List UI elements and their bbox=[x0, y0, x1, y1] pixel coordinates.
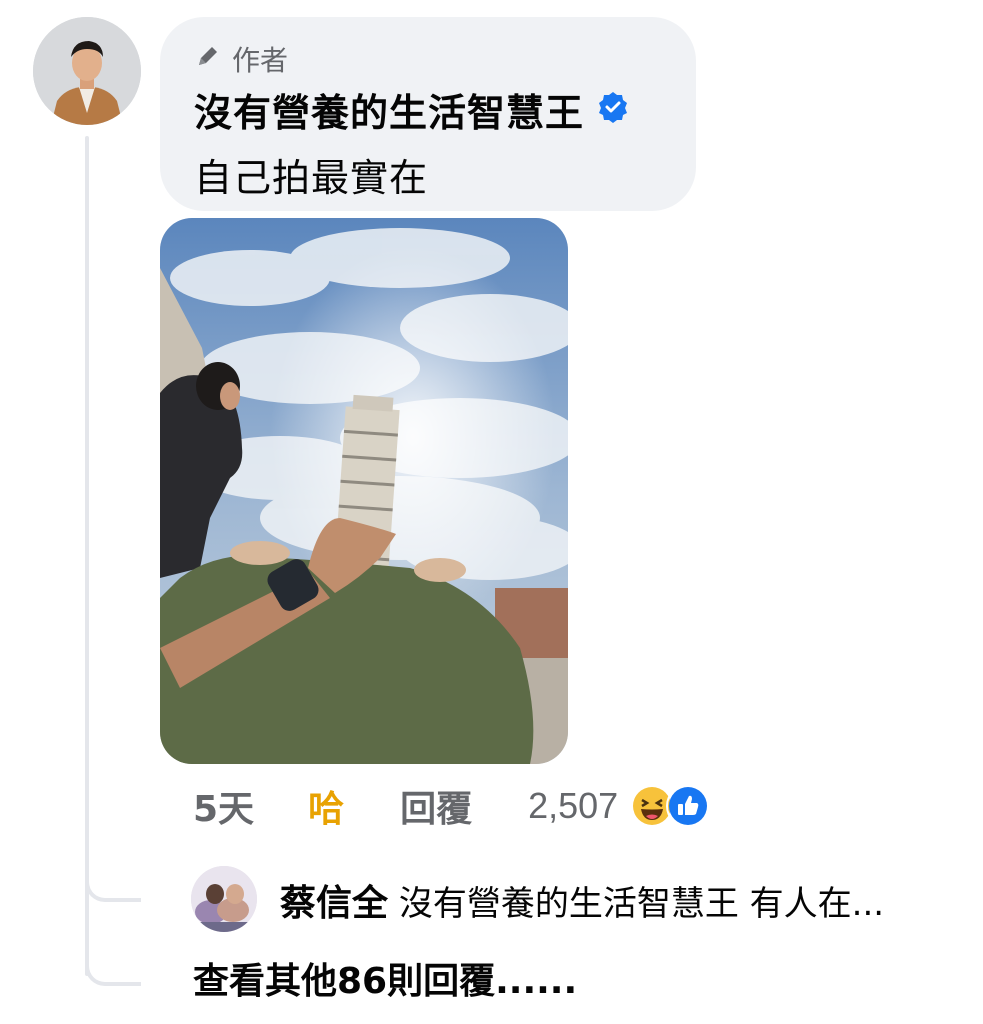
reaction-button[interactable]: 哈 bbox=[308, 780, 344, 832]
reply-avatar[interactable] bbox=[191, 866, 257, 932]
comment-text: 自己拍最實在 bbox=[194, 156, 429, 200]
reply-author-name[interactable]: 蔡信全 bbox=[280, 883, 388, 924]
reaction-count[interactable]: 2,507 bbox=[528, 785, 618, 827]
comment-actions: 5天 哈 回覆 2,507 bbox=[193, 778, 711, 834]
pen-icon bbox=[194, 42, 222, 77]
reply-snippet: 沒有營養的生活智慧王 有人在... bbox=[398, 884, 885, 924]
author-badge-label: 作者 bbox=[232, 44, 289, 77]
commenter-name[interactable]: 沒有營養的生活智慧王 bbox=[194, 82, 584, 137]
comment-photo[interactable] bbox=[160, 218, 568, 764]
avatar-photo bbox=[33, 17, 141, 125]
thread-line bbox=[85, 136, 89, 976]
reply-button[interactable]: 回覆 bbox=[400, 780, 472, 832]
reply-preview[interactable]: 蔡信全 沒有營養的生活智慧王 有人在... bbox=[280, 874, 940, 924]
like-reaction-icon bbox=[666, 784, 711, 828]
author-badge: 作者 bbox=[194, 41, 696, 77]
comment-bubble: 作者 沒有營養的生活智慧王 自己拍最實在 bbox=[160, 17, 696, 211]
reaction-summary[interactable] bbox=[630, 784, 711, 828]
thread-branch bbox=[85, 866, 141, 902]
comment-time[interactable]: 5天 bbox=[193, 780, 254, 832]
view-more-replies-link[interactable]: 查看其他86則回覆...... bbox=[193, 952, 577, 1004]
thread-branch bbox=[85, 950, 141, 986]
verified-icon bbox=[596, 90, 630, 128]
avatar[interactable] bbox=[33, 17, 141, 125]
